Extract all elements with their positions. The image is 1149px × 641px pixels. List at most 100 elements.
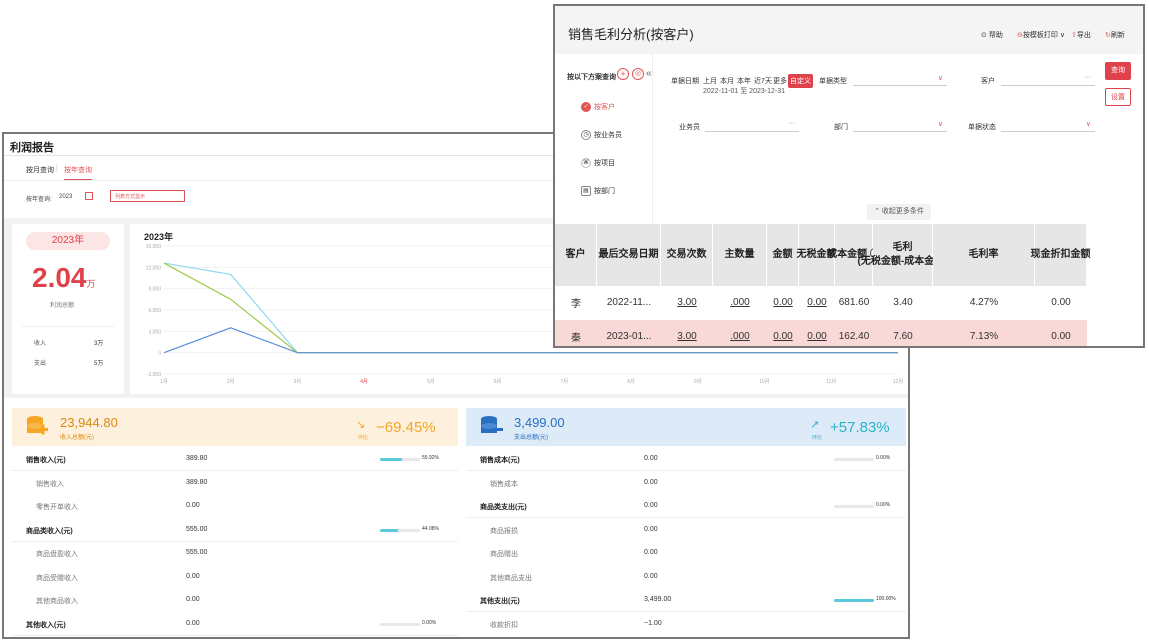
row-value: 0.00 xyxy=(186,596,200,603)
customer-field[interactable]: ··· xyxy=(1001,74,1095,86)
share-bar xyxy=(380,622,420,626)
trend-up-icon: ↗ xyxy=(810,419,820,431)
collapse-panel-icon[interactable]: « xyxy=(646,68,652,79)
date-opt-more[interactable]: 更多 xyxy=(773,76,787,86)
scheme-by-customer[interactable]: ✓ 按客户 xyxy=(581,102,615,113)
salesman-label: 业务员 xyxy=(679,124,700,131)
table-cell: 李 xyxy=(571,299,581,310)
tab-monthly[interactable]: 按月查询 xyxy=(26,165,54,175)
date-opt-this-month[interactable]: 本月 xyxy=(720,76,734,86)
expense-header: 3,499.00 支出总额(元) ↗ 环比 +57.83% xyxy=(466,408,906,446)
help-icon: ⊙ xyxy=(981,32,987,39)
collapse-conditions-button[interactable]: ⌃ 收起更多条件 xyxy=(867,204,931,220)
column-header[interactable]: 客户 xyxy=(555,224,597,286)
y-tick-label: 15,000 xyxy=(146,244,162,250)
x-tick-label: 7月 xyxy=(560,379,568,385)
column-header[interactable]: 毛利 (无税金额-成本金额) xyxy=(858,224,948,286)
breakdown-row: 商品盘盈收入 555.00 xyxy=(12,542,458,565)
refresh-button[interactable]: ↻刷新 xyxy=(1105,30,1125,40)
trend-down-icon: ↘ xyxy=(356,419,366,431)
row-value: 0.00 xyxy=(186,502,200,509)
column-header[interactable]: 主数量 xyxy=(713,224,767,286)
column-header[interactable]: 毛利率 xyxy=(933,224,1035,286)
table-cell[interactable]: 3.00 xyxy=(661,320,713,346)
y-tick-label: 6,000 xyxy=(148,308,161,314)
column-header[interactable]: 最后交易日期 xyxy=(597,224,661,286)
x-tick-label: 2月 xyxy=(227,379,235,385)
column-header[interactable]: 现金折扣金额 xyxy=(1031,224,1091,286)
table-cell[interactable]: 0.00 xyxy=(767,320,799,346)
x-tick-label: 10月 xyxy=(759,379,770,385)
row-name: 商品赠出 xyxy=(490,551,518,558)
row-name: 其他商品支出 xyxy=(490,574,532,582)
chevron-down-icon: ∨ xyxy=(1059,32,1065,39)
add-scheme-icon[interactable]: + xyxy=(617,68,629,80)
breakdown-row: 商品受赠收入 0.00 xyxy=(12,566,458,589)
breakdown-row: 其他商品支出 0.00 xyxy=(466,566,906,589)
row-name: 商品类收入(元) xyxy=(26,527,73,535)
more-icon: ··· xyxy=(1084,74,1091,81)
year-input[interactable]: 2023 xyxy=(59,194,72,200)
date-label: 单据日期 xyxy=(671,78,699,85)
y-tick-label: 3,000 xyxy=(148,329,161,335)
column-header[interactable]: 交易次数 xyxy=(661,224,713,286)
breakdown-row: 收款折扣 −1.00 xyxy=(466,613,906,636)
table-cell: 7.60 xyxy=(873,320,933,346)
row-value: 389.80 xyxy=(186,478,208,486)
y-tick-label: 0 xyxy=(158,351,161,357)
income-total-label: 收入总额(元) xyxy=(60,435,94,441)
share-bar xyxy=(380,528,420,532)
sales-header: 销售毛利分析(按客户) ⊙ 帮助 ⊖按模板打印 ∨ ⇧导出 ↻刷新 xyxy=(555,6,1143,54)
column-header[interactable]: 金额 xyxy=(767,224,799,286)
expense-label: 支出 xyxy=(34,361,47,367)
manage-scheme-icon[interactable]: ◎ xyxy=(632,68,644,80)
doc-type-select[interactable]: ∨ xyxy=(853,75,947,86)
chevron-down-icon: ∨ xyxy=(937,75,943,82)
tab-yearly[interactable]: 按年查询 xyxy=(64,165,92,180)
breakdown-row: 销售收入 389.80 xyxy=(12,472,458,495)
table-cell[interactable]: 0.00 xyxy=(799,320,835,346)
row-pct: 0.00% xyxy=(876,502,891,508)
date-range[interactable]: 2022-11-01 至 2023-12-31 xyxy=(703,86,785,96)
row-value: 0.00 xyxy=(186,619,200,627)
calendar-icon[interactable] xyxy=(85,192,93,200)
table-cell[interactable]: 3.00 xyxy=(661,286,713,319)
export-button[interactable]: ⇧导出 xyxy=(1071,30,1091,40)
table-cell: 4.27% xyxy=(969,297,999,308)
scheme-by-project[interactable]: ⌘ 按项目 xyxy=(581,158,615,169)
doc-status-select[interactable]: ∨ xyxy=(1001,121,1095,132)
date-opt-this-year[interactable]: 本年 xyxy=(737,76,751,86)
year-badge: 2023年 xyxy=(26,232,110,250)
x-tick-label: 3月 xyxy=(294,379,302,385)
income-hb-label: 环比 xyxy=(358,435,369,441)
query-button[interactable]: 查询 xyxy=(1105,62,1131,80)
breakdown-row: 商品类收入(元) 555.00 44.08% xyxy=(12,519,458,542)
row-value: 389.80 xyxy=(186,455,208,462)
sales-gross-profit-window: 销售毛利分析(按客户) ⊙ 帮助 ⊖按模板打印 ∨ ⇧导出 ↻刷新 按以下方案查… xyxy=(553,4,1145,348)
income-header: 23,944.80 收入总额(元) ↘ 环比 −69.45% xyxy=(12,408,458,446)
department-select[interactable]: ∨ xyxy=(853,121,947,132)
table-cell: 0.00 xyxy=(1035,320,1087,346)
help-button[interactable]: ⊙ 帮助 xyxy=(981,30,1003,40)
customer-icon: ✓ xyxy=(581,102,591,113)
expense-total-label: 支出总额(元) xyxy=(514,435,548,441)
table-cell[interactable]: 0.00 xyxy=(799,286,835,319)
scheme-by-department[interactable]: ▤ 按部门 xyxy=(581,186,615,197)
table-cell[interactable]: 0.00 xyxy=(767,286,799,319)
table-cell[interactable]: .000 xyxy=(713,286,767,319)
department-icon: ▤ xyxy=(581,186,591,197)
date-opt-7-days[interactable]: 近7天 xyxy=(754,76,772,86)
row-divider xyxy=(12,634,458,636)
project-icon: ⌘ xyxy=(581,158,591,169)
date-opt-custom[interactable]: 自定义 xyxy=(788,74,813,88)
row-name: 商品报损 xyxy=(490,527,518,535)
print-button[interactable]: ⊖按模板打印 ∨ xyxy=(1017,30,1065,40)
row-name: 其他支出(元) xyxy=(480,598,520,605)
scheme-by-salesman[interactable]: ◷ 按业务员 xyxy=(581,130,622,141)
salesman-field[interactable]: ··· xyxy=(705,120,799,132)
table-cell[interactable]: .000 xyxy=(713,320,767,346)
settings-button[interactable]: 设置 xyxy=(1105,88,1131,106)
list-view-button[interactable]: 列表方式显示 xyxy=(110,190,185,202)
date-opt-last-month[interactable]: 上月 xyxy=(703,76,717,86)
breakdown-row: 其他商品收入 0.00 xyxy=(12,589,458,612)
